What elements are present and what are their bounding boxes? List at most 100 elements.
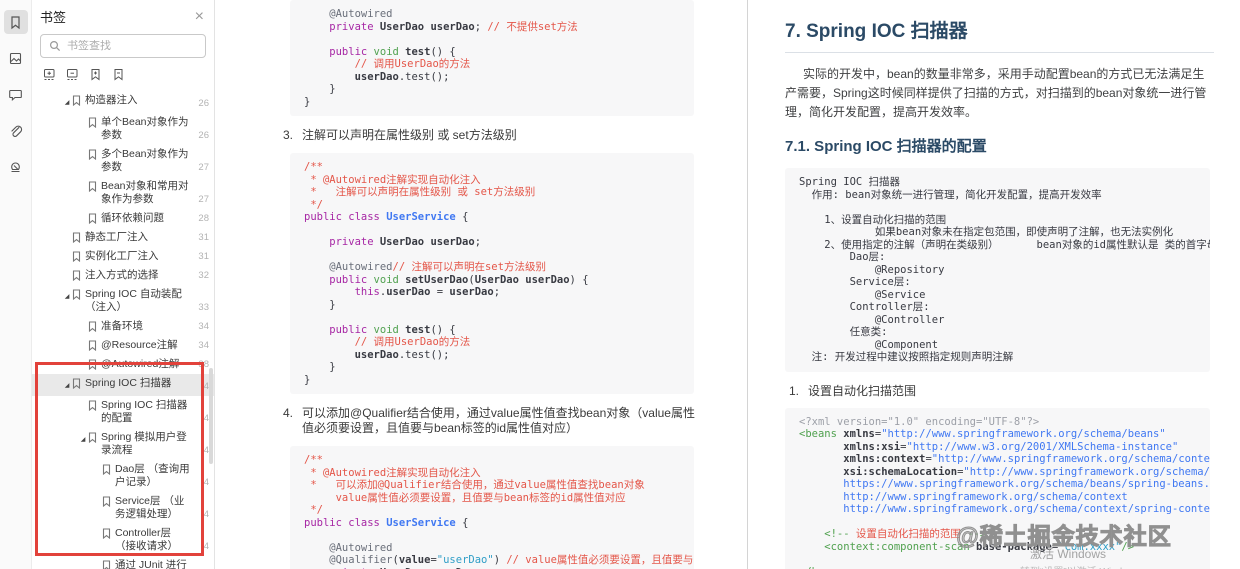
bookmark-icon: [88, 340, 97, 351]
bookmark-page-number: 31: [198, 251, 209, 262]
bookmark-page-number: 32: [198, 270, 209, 281]
bookmark-page-number: 4: [203, 445, 209, 456]
bookmark-item[interactable]: ◢ Spring IOC 自动装配（注入） 33: [32, 285, 214, 317]
bookmark-label: @Autowired注解: [101, 358, 180, 370]
bookmark-item[interactable]: Dao层 （查询用户记录） 4: [32, 460, 214, 492]
stamp-icon[interactable]: [4, 154, 28, 178]
search-icon: [49, 40, 61, 52]
bookmark-item[interactable]: 准备环境 34: [32, 317, 214, 336]
bookmark-page-number: 38: [198, 359, 209, 370]
comments-icon[interactable]: [4, 82, 28, 106]
search-input[interactable]: [67, 40, 197, 52]
collapse-arrow-icon[interactable]: ◢: [78, 434, 88, 447]
bookmarks-panel: 书签 × ◢ 构造器注入 26 单个Bean对象作为参数 26 多个Bean对象作为参数 2…: [32, 0, 215, 569]
bookmark-page-number: 4: [203, 509, 209, 520]
bookmark-label: Dao层 （查询用户记录）: [115, 463, 190, 488]
bookmark-item[interactable]: 循环依赖问题 28: [32, 209, 214, 228]
sidebar-scrollbar[interactable]: [209, 368, 213, 464]
pdf-reader-window: 书签 × ◢ 构造器注入 26 单个Bean对象作为参数 26 多个Bean对象作为参数 2…: [0, 0, 1240, 569]
bookmark-icon: [72, 289, 81, 300]
collapse-arrow-icon[interactable]: ◢: [62, 291, 72, 304]
bookmark-item[interactable]: 静态工厂注入 31: [32, 228, 214, 247]
bookmark-item[interactable]: Controller层 （接收请求） 4: [32, 524, 214, 556]
collapse-arrow-icon[interactable]: ◢: [62, 97, 72, 110]
bookmark-label: Service层 （业务逻辑处理）: [115, 495, 185, 520]
list-text: 设置自动化扫描范围: [808, 383, 917, 398]
panel-header: 书签 ×: [32, 0, 214, 29]
bookmark-page-number: 31: [198, 232, 209, 243]
collapse-all-icon[interactable]: [66, 68, 79, 81]
bookmark-icon: [102, 496, 111, 507]
bookmark-item[interactable]: 多个Bean对象作为参数 27: [32, 145, 214, 177]
bookmark-icon: [88, 149, 97, 160]
bookmark-panel-icon[interactable]: [3, 10, 28, 34]
remove-bookmark-icon[interactable]: [112, 68, 125, 81]
bookmark-page-number: 26: [198, 130, 209, 141]
bookmark-icon: [102, 560, 111, 569]
expand-all-icon[interactable]: [43, 68, 56, 81]
bookmark-page-number: 4: [203, 477, 209, 488]
bookmark-label: 单个Bean对象作为参数: [101, 116, 189, 141]
bookmark-icon: [88, 117, 97, 128]
bookmark-item[interactable]: ◢ Spring IOC 扫描器 4: [32, 374, 214, 396]
bookmark-icon: [88, 432, 97, 443]
bookmark-label: Controller层 （接收请求）: [115, 527, 178, 552]
notes-code-block: Spring IOC 扫描器 作用: bean对象统一进行管理，简化开发配置，提…: [785, 168, 1210, 372]
bookmark-label: Spring 模拟用户登录流程: [101, 431, 187, 456]
bookmark-item[interactable]: Spring IOC 扫描器的配置 4: [32, 396, 214, 428]
thumbnails-icon[interactable]: [4, 46, 28, 70]
bookmark-icon: [88, 359, 97, 370]
bookmark-label: 通过 JUnit 进行测试: [115, 559, 187, 569]
bookmark-icon: [102, 528, 111, 539]
list-text: 注解可以声明在属性级别 或 set方法级别: [302, 128, 517, 142]
bookmark-label: Spring IOC 扫描器的配置: [101, 399, 188, 424]
bookmark-label: 多个Bean对象作为参数: [101, 148, 189, 173]
bookmark-item[interactable]: Bean对象和常用对象作为参数 27: [32, 177, 214, 209]
bookmark-label: Bean对象和常用对象作为参数: [101, 180, 189, 205]
bookmark-item[interactable]: @Resource注解 34: [32, 336, 214, 355]
list-item-1: 1. 设置自动化扫描范围: [789, 384, 1214, 399]
add-bookmark-icon[interactable]: [89, 68, 102, 81]
heading-divider: [785, 52, 1214, 53]
bookmark-icon: [88, 321, 97, 332]
bookmark-tree: ◢ 构造器注入 26 单个Bean对象作为参数 26 多个Bean对象作为参数 27 Bean…: [32, 83, 214, 569]
left-icon-strip: [0, 0, 32, 569]
list-number: 4.: [283, 406, 294, 420]
attachment-icon[interactable]: [4, 118, 28, 142]
bookmark-item[interactable]: 单个Bean对象作为参数 26: [32, 113, 214, 145]
bookmark-icon: [88, 213, 97, 224]
java-code-block-3: /** * @Autowired注解实现自动化注入 * 可以添加@Qualifi…: [290, 446, 694, 569]
bookmark-icon: [72, 95, 81, 106]
bookmark-page-number: 4: [203, 541, 209, 552]
panel-title: 书签: [40, 10, 67, 25]
bookmark-item[interactable]: ◢ Spring 模拟用户登录流程 4: [32, 428, 214, 460]
bookmark-icon: [72, 378, 81, 389]
bookmark-label: @Resource注解: [101, 339, 178, 351]
bookmark-page-number: 33: [198, 302, 209, 313]
bookmark-item[interactable]: 实例化工厂注入 31: [32, 247, 214, 266]
bookmark-item[interactable]: 注入方式的选择 32: [32, 266, 214, 285]
bookmark-label: 静态工厂注入: [85, 231, 148, 243]
intro-paragraph: 实际的开发中，bean的数量非常多，采用手动配置bean的方式已无法满足生产需要…: [785, 67, 1207, 119]
bookmark-page-number: 27: [198, 162, 209, 173]
bookmark-item[interactable]: @Autowired注解 38: [32, 355, 214, 374]
xml-code-block: <?xml version="1.0" encoding="UTF-8"?> <b…: [785, 407, 1210, 569]
java-code-block-1: @Autowired private UserDao userDao; // 不…: [290, 0, 694, 116]
bookmark-search-box[interactable]: [40, 34, 206, 58]
list-text: 可以添加@Qualifier结合使用，通过value属性值查找bean对象（va…: [302, 406, 695, 435]
bookmark-icon: [72, 251, 81, 262]
bookmark-icon: [72, 270, 81, 281]
page-2: 7. Spring IOC 扫描器 实际的开发中，bean的数量非常多，采用手动…: [747, 0, 1240, 569]
bookmark-icon: [88, 400, 97, 411]
bookmark-label: Spring IOC 扫描器: [85, 377, 172, 389]
bookmark-item[interactable]: 通过 JUnit 进行测试4: [32, 556, 214, 569]
list-item-3: 3. 注解可以声明在属性级别 或 set方法级别: [283, 128, 695, 143]
close-icon[interactable]: ×: [195, 8, 204, 25]
bookmark-toolbar: [32, 60, 214, 83]
bookmark-item[interactable]: Service层 （业务逻辑处理） 4: [32, 492, 214, 524]
bookmark-label: 注入方式的选择: [85, 269, 159, 281]
collapse-arrow-icon[interactable]: ◢: [62, 380, 72, 393]
bookmark-item[interactable]: ◢ 构造器注入 26: [32, 91, 214, 113]
bookmark-label: 循环依赖问题: [101, 212, 164, 224]
subsection-heading: 7.1. Spring IOC 扫描器的配置: [785, 138, 987, 155]
